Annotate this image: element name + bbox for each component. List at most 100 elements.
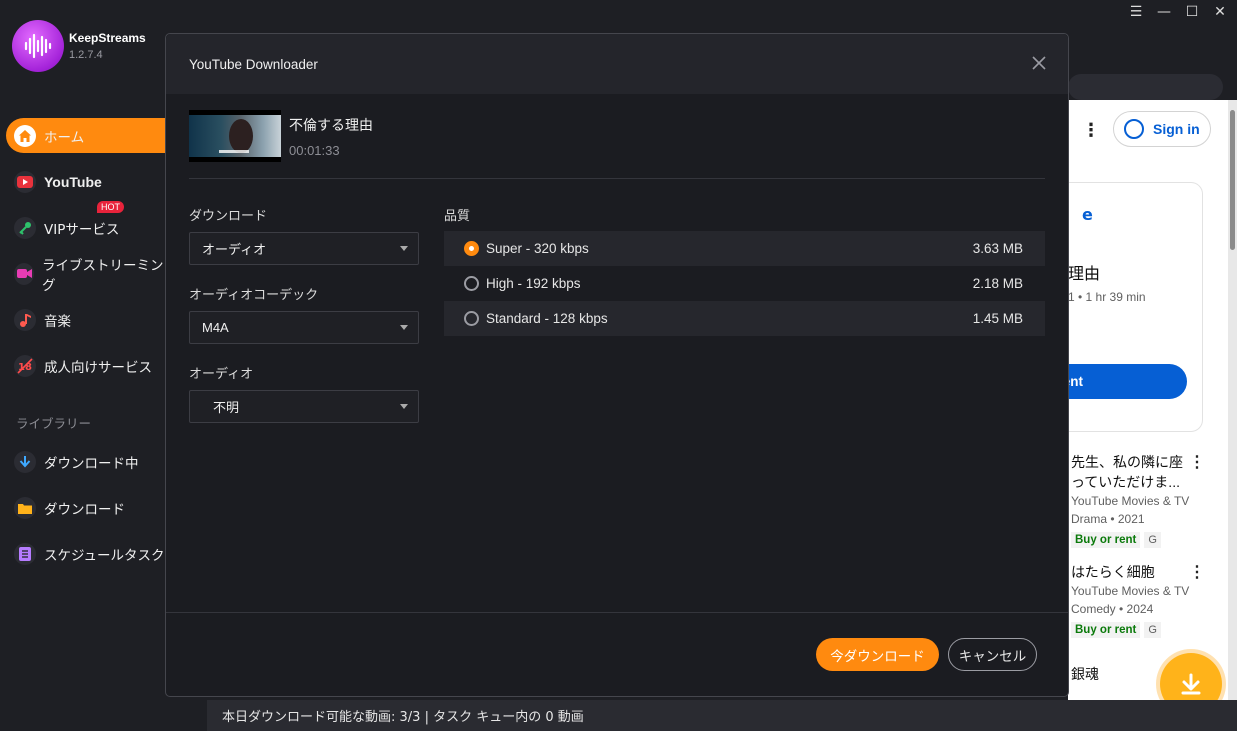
more-options-icon[interactable]: ⋮ xyxy=(1189,452,1205,472)
sidebar-item-music[interactable]: 音楽 xyxy=(0,302,165,337)
sidebar-item-vip[interactable]: VIPサービス HOT xyxy=(0,201,165,245)
account-icon xyxy=(1124,119,1144,139)
sidebar-item-schedule[interactable]: スケジュールタスク xyxy=(0,536,165,571)
movie-channel: YouTube Movies & TV xyxy=(1071,584,1190,598)
quality-option-label: Standard - 128 kbps xyxy=(486,311,608,326)
sidebar-item-adult[interactable]: 18 成人向けサービス xyxy=(0,348,165,383)
sidebar-item-label: ホーム xyxy=(44,129,85,146)
app-version: 1.2.7.4 xyxy=(69,49,103,61)
download-type-select[interactable]: オーディオ xyxy=(189,232,419,265)
audio-track-select[interactable]: 不明 xyxy=(189,390,419,423)
movie-meta: Comedy • 2024 xyxy=(1071,602,1154,616)
list-item[interactable]: はたらく細胞 YouTube Movies & TV Comedy • 2024… xyxy=(1071,562,1221,638)
youtube-icon xyxy=(14,170,36,193)
cancel-button[interactable]: キャンセル xyxy=(948,638,1037,671)
brand: KeepStreams 1.2.7.4 xyxy=(12,20,146,72)
buy-or-rent-tag: Buy or rent xyxy=(1071,532,1141,548)
sidebar-item-label: ダウンロード xyxy=(44,501,125,518)
sign-in-button[interactable]: Sign in xyxy=(1113,111,1211,147)
dialog-header: YouTube Downloader xyxy=(166,34,1068,94)
quality-option-standard[interactable]: Standard - 128 kbps 1.45 MB xyxy=(444,301,1045,336)
more-options-icon[interactable]: ⋮ xyxy=(1189,562,1205,582)
radio-selected[interactable] xyxy=(464,241,479,256)
select-value: M4A xyxy=(202,320,229,335)
sidebar-item-youtube[interactable]: YouTube xyxy=(0,164,165,199)
webpage-scrollbar[interactable] xyxy=(1228,100,1237,700)
adult-icon: 18 xyxy=(14,354,36,377)
minimize-icon[interactable]: — xyxy=(1157,4,1171,20)
sidebar-item-label: VIPサービス xyxy=(44,221,120,238)
quality-option-super[interactable]: Super - 320 kbps 3.63 MB xyxy=(444,231,1045,266)
media-duration: 00:01:33 xyxy=(289,143,340,158)
divider xyxy=(189,178,1045,179)
app-name: KeepStreams xyxy=(69,31,146,45)
key-icon xyxy=(14,216,36,239)
sidebar-item-downloaded[interactable]: ダウンロード xyxy=(0,490,165,525)
sidebar-item-live-streaming[interactable]: ライブストリーミング xyxy=(0,256,165,294)
folder-icon xyxy=(14,496,36,519)
card-title: 理由 xyxy=(1068,264,1101,283)
radio-unselected[interactable] xyxy=(464,311,479,326)
quality-option-size: 2.18 MB xyxy=(972,276,1023,291)
movie-channel: YouTube Movies & TV xyxy=(1071,494,1190,508)
library-section-label: ライブラリー xyxy=(16,416,92,431)
schedule-list-icon xyxy=(14,542,36,565)
embedded-webpage: ⋮ Sign in e 理由 1 • 1 hr 39 min ent 先生、私の… xyxy=(1068,100,1228,700)
download-now-button[interactable]: 今ダウンロード xyxy=(816,638,939,671)
quality-option-label: High - 192 kbps xyxy=(486,276,581,291)
dialog-title: YouTube Downloader xyxy=(189,56,318,72)
rating-tag: G xyxy=(1144,532,1161,548)
movie-meta: Drama • 2021 xyxy=(1071,512,1145,526)
rating-tag: G xyxy=(1144,622,1161,638)
menu-icon[interactable]: ☰ xyxy=(1129,4,1143,20)
movie-title: はたらく細胞 xyxy=(1071,564,1155,580)
sign-in-label: Sign in xyxy=(1153,121,1200,137)
video-camera-icon xyxy=(14,262,35,285)
card-heading-fragment: e xyxy=(1082,205,1093,224)
download-type-label: ダウンロード xyxy=(189,209,268,224)
audio-codec-label: オーディオコーデック xyxy=(189,288,319,303)
media-summary: 不倫する理由 00:01:33 xyxy=(189,110,373,162)
movie-title: 先生、私の隣に座っていただけま... xyxy=(1071,454,1183,490)
video-thumbnail xyxy=(189,110,281,162)
download-icon xyxy=(1181,673,1201,695)
sidebar: KeepStreams 1.2.7.4 ホーム YouTube VIPサービス … xyxy=(0,0,165,731)
maximize-icon[interactable]: ☐ xyxy=(1185,4,1199,20)
download-arrow-icon xyxy=(14,450,36,473)
divider xyxy=(166,612,1068,613)
main-nav: ホーム YouTube VIPサービス HOT ライブストリーミング 音楽 18… xyxy=(0,118,165,394)
window-controls: ☰ — ☐ ✕ xyxy=(1129,4,1227,20)
sidebar-item-home[interactable]: ホーム xyxy=(6,118,165,153)
more-options-icon[interactable]: ⋮ xyxy=(1082,120,1100,141)
close-icon[interactable] xyxy=(1030,54,1048,72)
quality-label: 品質 xyxy=(444,209,471,224)
sidebar-item-label: 音楽 xyxy=(44,313,71,330)
audio-label: オーディオ xyxy=(189,367,254,382)
sidebar-item-label: YouTube xyxy=(44,173,102,190)
select-value: オーディオ xyxy=(202,243,267,258)
sidebar-item-label: ダウンロード中 xyxy=(44,455,139,472)
rent-button[interactable]: ent xyxy=(1068,364,1187,399)
quality-option-label: Super - 320 kbps xyxy=(486,241,589,256)
card-meta: 1 • 1 hr 39 min xyxy=(1068,290,1146,304)
media-title: 不倫する理由 xyxy=(289,118,373,134)
browser-address-bar[interactable] xyxy=(1068,74,1223,100)
chevron-down-icon xyxy=(400,246,408,251)
audio-codec-select[interactable]: M4A xyxy=(189,311,419,344)
sidebar-item-label: ライブストリーミング xyxy=(42,257,164,294)
quality-option-high[interactable]: High - 192 kbps 2.18 MB xyxy=(444,266,1045,301)
sidebar-item-downloading[interactable]: ダウンロード中 xyxy=(0,444,165,479)
list-item[interactable]: 先生、私の隣に座っていただけま... YouTube Movies & TV D… xyxy=(1071,452,1221,548)
close-window-icon[interactable]: ✕ xyxy=(1213,4,1227,20)
scrollbar-thumb[interactable] xyxy=(1230,110,1235,250)
library-nav: ダウンロード中 ダウンロード スケジュールタスク xyxy=(0,444,165,582)
sidebar-item-label: 成人向けサービス xyxy=(44,359,152,376)
quality-option-size: 1.45 MB xyxy=(972,311,1023,326)
quality-option-size: 3.63 MB xyxy=(972,241,1023,256)
chevron-down-icon xyxy=(400,404,408,409)
select-value: 不明 xyxy=(213,401,240,416)
music-note-icon xyxy=(14,308,36,331)
radio-unselected[interactable] xyxy=(464,276,479,291)
app-logo-icon xyxy=(12,20,64,72)
sidebar-item-label: スケジュールタスク xyxy=(44,547,165,564)
